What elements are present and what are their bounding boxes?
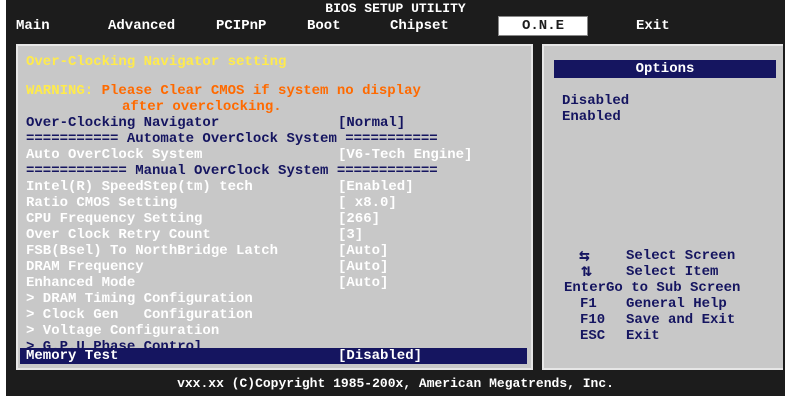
setting-cpu-frequency: CPU Frequency Setting [266] xyxy=(26,211,380,227)
submenu-voltage[interactable]: > Voltage Configuration xyxy=(26,323,219,339)
setting-value: [Enabled] xyxy=(338,179,414,195)
help-select-screen: Select Screen xyxy=(626,248,736,264)
option-enabled[interactable]: Enabled xyxy=(562,109,621,125)
help-esc: ESC Exit xyxy=(580,328,660,344)
setting-overclocking-navigator[interactable]: Over-Clocking Navigator [Normal] xyxy=(26,115,405,131)
help-key: F1 xyxy=(580,296,597,312)
help-key: ESC xyxy=(580,328,606,344)
setting-label: DRAM Frequency xyxy=(26,259,144,275)
setting-value: [266] xyxy=(338,211,381,227)
option-disabled[interactable]: Disabled xyxy=(562,93,629,109)
help-key: Enter xyxy=(564,280,607,296)
section-manual-overclock: ============ Manual OverClock System ===… xyxy=(26,163,438,179)
setting-auto-overclock-system: Auto OverClock System [V6-Tech Engine] xyxy=(26,147,472,163)
bios-title: BIOS SETUP UTILITY xyxy=(325,1,466,16)
panel-header: Over-Clocking Navigator setting xyxy=(26,54,287,70)
setting-speedstep: Intel(R) SpeedStep(tm) tech [Enabled] xyxy=(26,179,414,195)
setting-label: Memory Test xyxy=(26,348,119,364)
setting-memory-test[interactable]: Memory Test [Disabled] xyxy=(26,348,422,364)
section-automate-overclock: =========== Automate OverClock System ==… xyxy=(26,131,438,147)
setting-dram-frequency: DRAM Frequency [Auto] xyxy=(26,259,388,275)
warning-line-1: WARNING: Please Clear CMOS if system no … xyxy=(26,83,421,99)
setting-fsb-latch: FSB(Bsel) To NorthBridge Latch [Auto] xyxy=(26,243,388,259)
setting-value: [Disabled] xyxy=(338,348,423,364)
up-down-arrows-icon: ⇅ xyxy=(581,262,592,282)
setting-ratio-cmos: Ratio CMOS Setting [ x8.0] xyxy=(26,195,397,211)
setting-retry-count: Over Clock Retry Count [3] xyxy=(26,227,363,243)
options-header: Options xyxy=(554,60,776,78)
setting-label: Over Clock Retry Count xyxy=(26,227,211,243)
menu-exit[interactable]: Exit xyxy=(636,18,670,34)
warning-label: WARNING: xyxy=(26,83,94,99)
setting-value: [Auto] xyxy=(338,259,389,275)
submenu-clock-gen[interactable]: > Clock Gen Configuration xyxy=(26,307,253,323)
help-text: Go to Sub Screen xyxy=(606,280,741,296)
setting-enhanced-mode: Enhanced Mode [Auto] xyxy=(26,275,388,291)
setting-label: CPU Frequency Setting xyxy=(26,211,203,227)
copyright-footer: vxx.xx (C)Copyright 1985-200x, American … xyxy=(177,376,614,391)
menu-chipset[interactable]: Chipset xyxy=(390,18,449,34)
help-text: Exit xyxy=(626,328,660,344)
help-f10: F10 Save and Exit xyxy=(580,312,735,328)
setting-value: [V6-Tech Engine] xyxy=(338,147,473,163)
help-select-item: Select Item xyxy=(626,264,719,280)
submenu-dram-timing[interactable]: > DRAM Timing Configuration xyxy=(26,291,253,307)
warning-line-2: after overclocking. xyxy=(122,99,282,115)
help-f1: F1 General Help xyxy=(580,296,727,312)
menu-bar: Main Advanced PCIPnP Boot Chipset O.N.E … xyxy=(6,16,785,38)
menu-boot[interactable]: Boot xyxy=(307,18,341,34)
setting-value: [3] xyxy=(338,227,364,243)
menu-main[interactable]: Main xyxy=(16,18,50,34)
help-key: F10 xyxy=(580,312,606,328)
setting-label: Auto OverClock System xyxy=(26,147,203,163)
setting-value: [ x8.0] xyxy=(338,195,397,211)
setting-value: [Auto] xyxy=(338,275,389,291)
setting-label: Intel(R) SpeedStep(tm) tech xyxy=(26,179,253,195)
setting-label: FSB(Bsel) To NorthBridge Latch xyxy=(26,243,279,259)
setting-value: [Auto] xyxy=(338,243,389,259)
setting-value: [Normal] xyxy=(338,115,406,131)
setting-label: Over-Clocking Navigator xyxy=(26,115,220,131)
menu-pcipnp[interactable]: PCIPnP xyxy=(216,18,266,34)
menu-one[interactable]: O.N.E xyxy=(498,16,588,36)
help-text: General Help xyxy=(626,296,727,312)
setting-label: Enhanced Mode xyxy=(26,275,136,291)
menu-advanced[interactable]: Advanced xyxy=(108,18,175,34)
help-text: Save and Exit xyxy=(626,312,736,328)
warning-text-1: Please Clear CMOS if system no display xyxy=(101,83,421,99)
help-enter: EnterGo to Sub Screen xyxy=(564,280,740,296)
setting-label: Ratio CMOS Setting xyxy=(26,195,178,211)
